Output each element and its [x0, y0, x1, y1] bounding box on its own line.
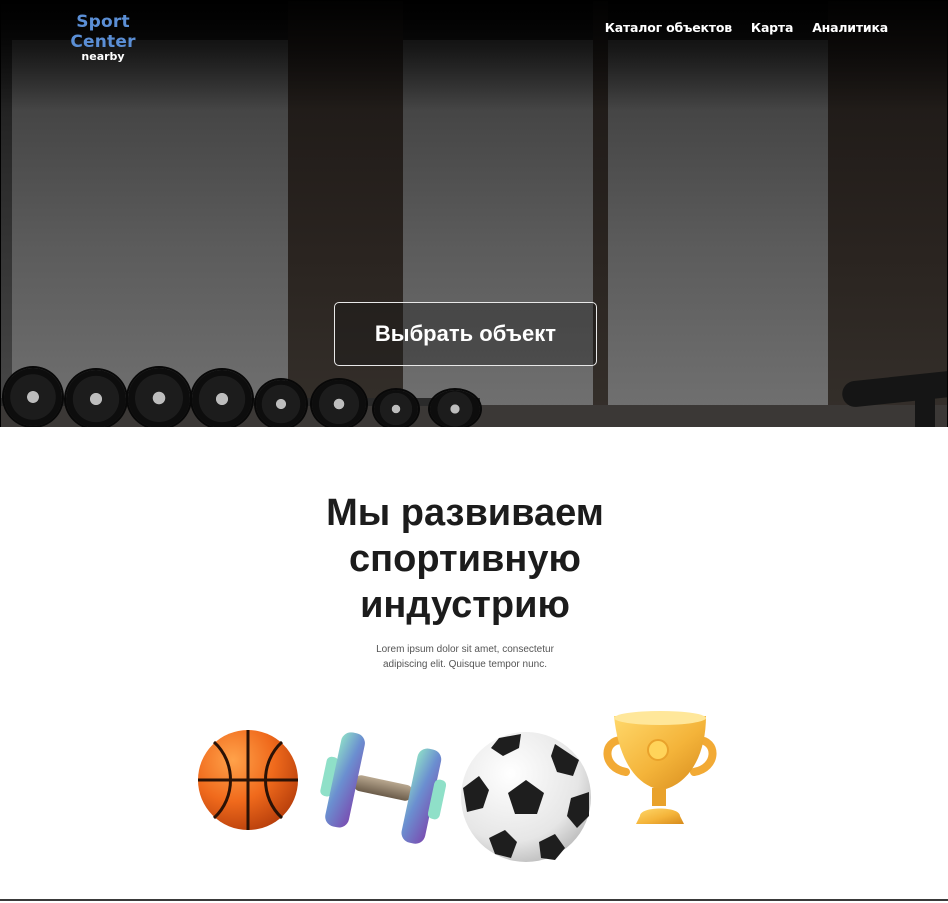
headline-description: Lorem ipsum dolor sit amet, consectetur …: [0, 642, 930, 672]
headline-line: Мы развиваем: [326, 492, 604, 534]
page-divider: [0, 899, 948, 901]
trophy-icon: [603, 711, 717, 824]
description-line: adipiscing elit. Quisque tempor nunc.: [383, 659, 547, 670]
sport-icons-row: [0, 700, 948, 870]
brand-logo[interactable]: Sport Center nearby: [44, 12, 162, 63]
nav-link-map[interactable]: Карта: [751, 20, 793, 35]
brand-tagline: nearby: [81, 50, 125, 63]
main-nav: Каталог объектов Карта Аналитика: [605, 20, 888, 35]
headline-line: спортивную: [349, 538, 581, 580]
headline-line: индустрию: [360, 584, 570, 626]
basketball-icon: [198, 730, 298, 830]
nav-link-catalog[interactable]: Каталог объектов: [605, 20, 732, 35]
brand-name: Sport Center: [70, 12, 136, 52]
choose-object-button[interactable]: Выбрать объект: [334, 302, 597, 366]
description-line: Lorem ipsum dolor sit amet, consectetur: [376, 644, 554, 655]
nav-link-analytics[interactable]: Аналитика: [812, 20, 888, 35]
page-headline: Мы развиваем спортивную индустрию: [0, 490, 930, 628]
dumbbell-icon: [320, 732, 447, 844]
soccer-ball-icon: [461, 732, 591, 862]
